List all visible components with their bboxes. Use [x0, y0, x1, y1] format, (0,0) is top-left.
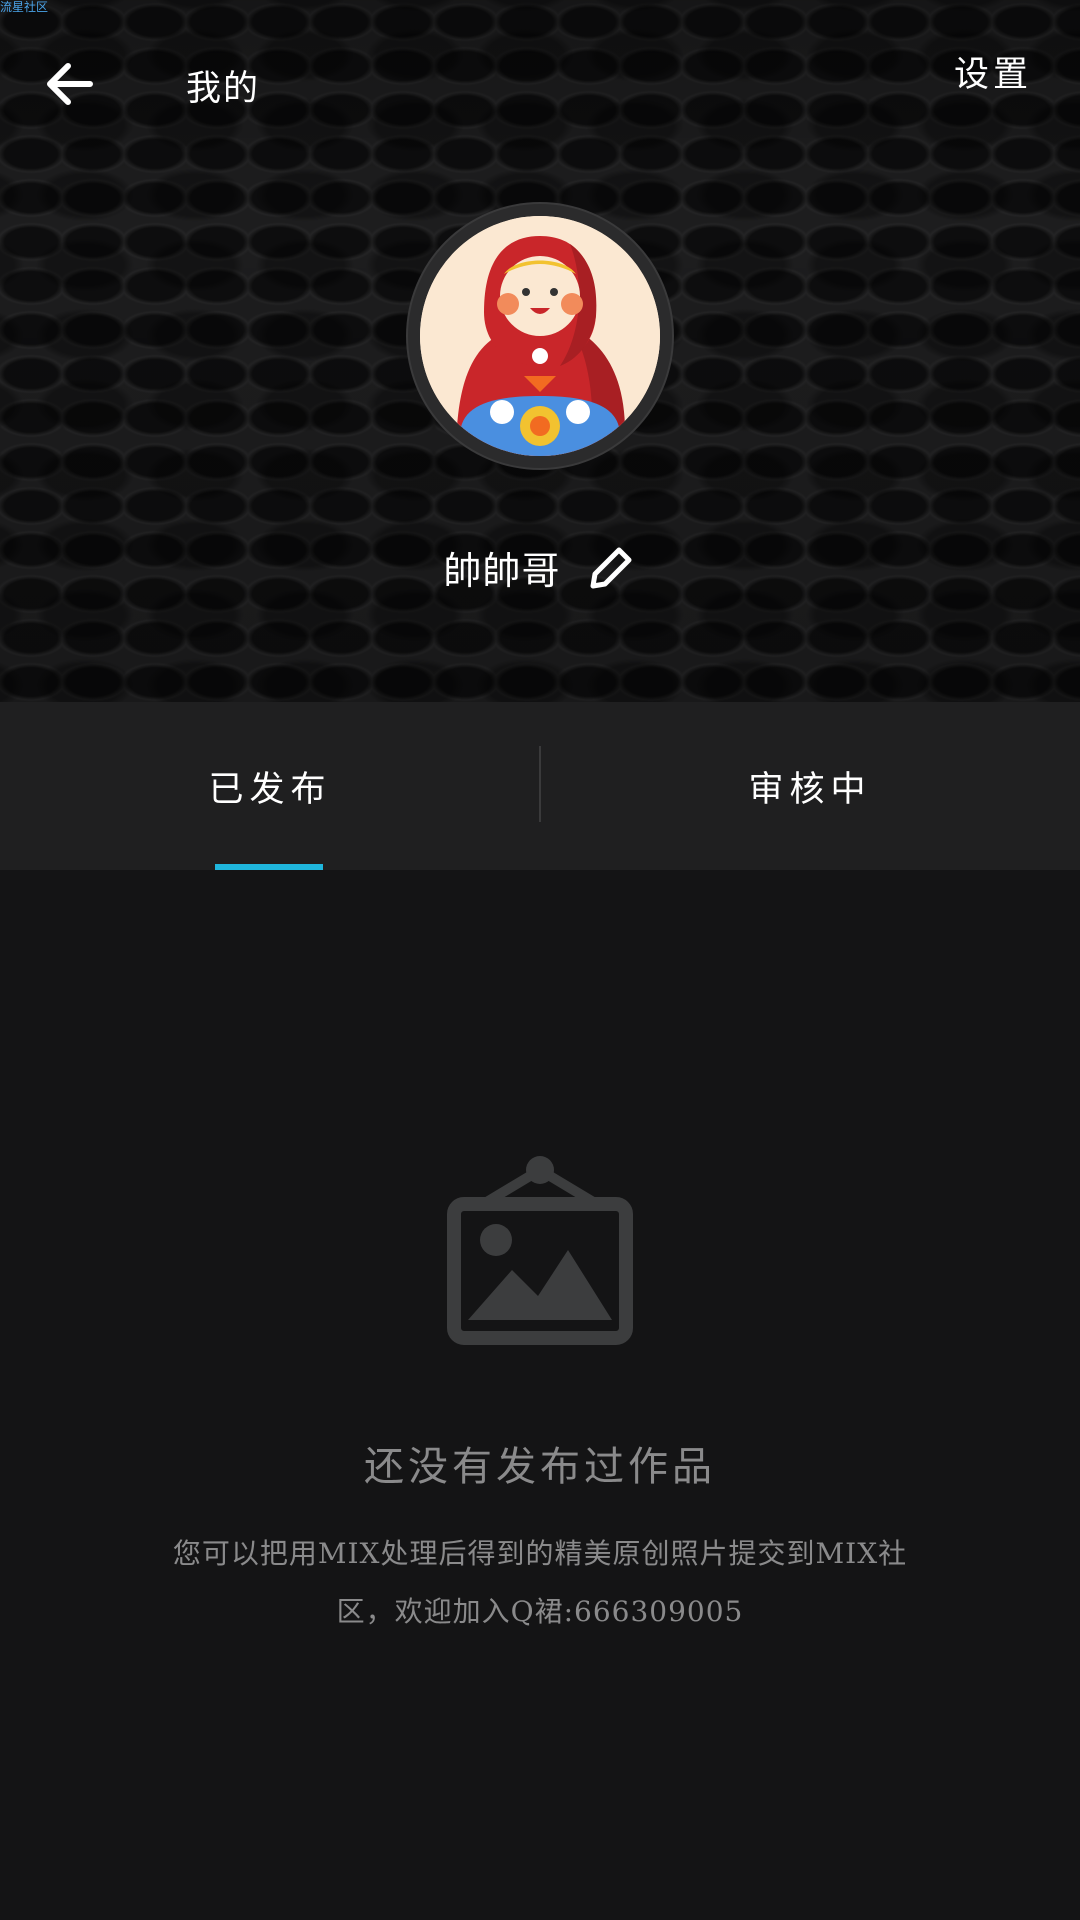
pencil-icon [590, 547, 631, 588]
active-tab-indicator [215, 864, 323, 870]
avatar-image [420, 216, 660, 456]
picture-frame-icon [447, 1156, 633, 1345]
arrow-left-icon [47, 63, 93, 105]
username-row: 帥帥哥 [0, 540, 1080, 595]
avatar[interactable] [408, 204, 672, 468]
matryoshka-doll-avatar [420, 216, 660, 456]
edit-name-button[interactable] [585, 542, 637, 594]
tab-under-review[interactable]: 审核中 [540, 702, 1080, 870]
username: 帥帥哥 [443, 549, 561, 593]
empty-state-description: 您可以把用MIX处理后得到的精美原创照片提交到MIX社区，欢迎加入Q裙:6663… [172, 1537, 908, 1628]
back-button[interactable] [36, 52, 100, 116]
empty-state-title: 还没有发布过作品 [364, 1444, 716, 1490]
tab-divider [539, 746, 541, 822]
settings-button[interactable]: 设置 [954, 46, 1032, 97]
watermark-label: 流星社区 [0, 0, 49, 14]
tab-published[interactable]: 已发布 [0, 702, 540, 870]
page-title: 我的 [186, 69, 261, 109]
